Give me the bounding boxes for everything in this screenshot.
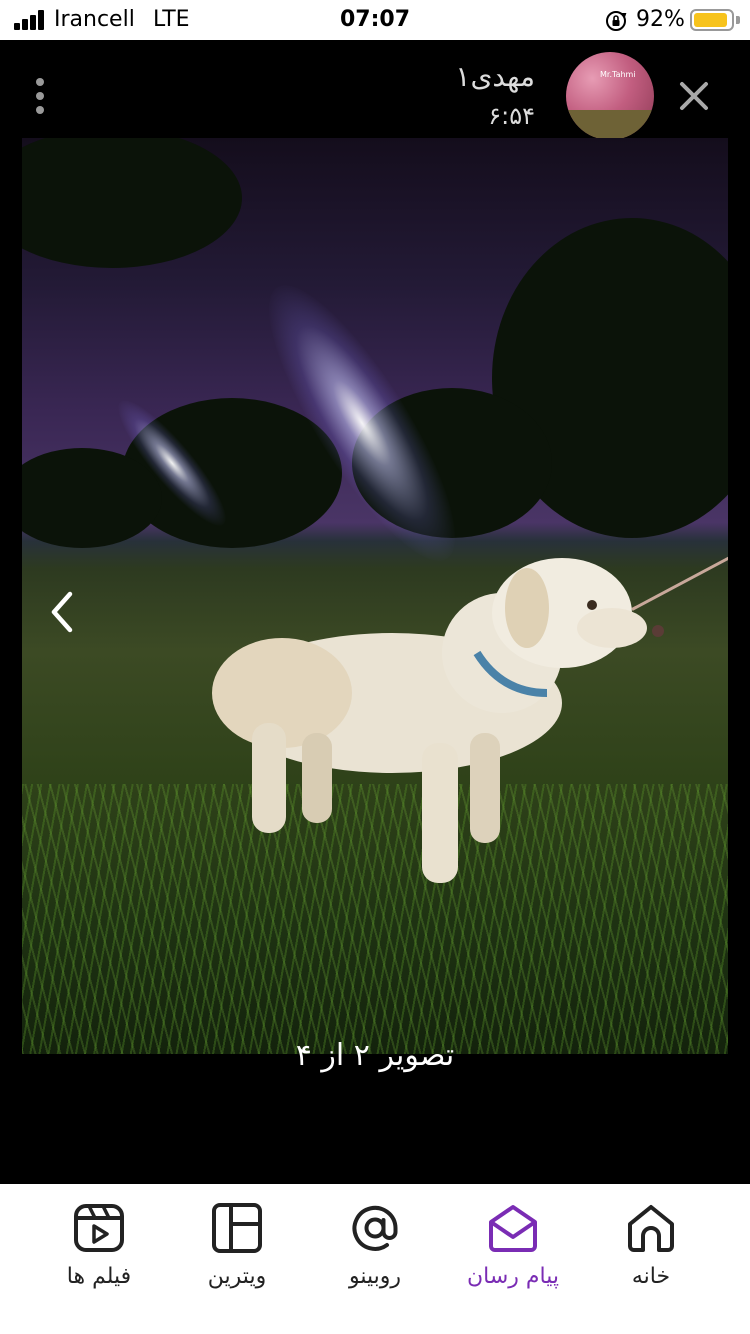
nav-item-showcase[interactable]: ویترین xyxy=(162,1184,312,1334)
avatar[interactable]: Mr.Tahmi xyxy=(566,52,654,140)
nav-label-messenger: پیام رسان xyxy=(467,1264,559,1289)
photo-viewer-image[interactable] xyxy=(22,138,728,1054)
nav-item-messenger[interactable]: پیام رسان xyxy=(438,1184,588,1334)
more-vertical-icon[interactable] xyxy=(26,76,54,116)
battery-tip xyxy=(736,16,740,24)
at-icon xyxy=(352,1205,398,1251)
nav-label-rubino: روبینو xyxy=(348,1264,401,1289)
messenger-icon xyxy=(489,1205,537,1252)
nav-item-films[interactable]: فیلم ها xyxy=(24,1184,174,1334)
nav-label-showcase: ویترین xyxy=(207,1264,267,1289)
viewer-header: مهدی۱ ۶:۵۴ Mr.Tahmi xyxy=(0,40,750,150)
status-bar: Irancell LTE 07:07 92% xyxy=(0,0,750,40)
nav-item-rubino[interactable]: روبینو xyxy=(300,1184,450,1334)
avatar-badge: Mr.Tahmi xyxy=(600,70,636,79)
nav-item-home[interactable]: خانه xyxy=(576,1184,726,1334)
battery-level xyxy=(694,13,728,27)
rotation-lock-icon xyxy=(606,11,627,31)
bottom-navigation: فیلم ها ویترین روبینو پیام رسان خانه xyxy=(0,1184,750,1334)
nav-label-home: خانه xyxy=(631,1264,671,1289)
close-icon[interactable] xyxy=(674,76,714,116)
chevron-left-icon[interactable] xyxy=(46,588,78,636)
video-icon xyxy=(74,1204,124,1252)
layout-icon xyxy=(212,1203,262,1253)
nav-label-films: فیلم ها xyxy=(66,1264,132,1289)
image-counter-caption: تصویر ۲ از ۴ xyxy=(295,1038,455,1073)
battery-icon xyxy=(690,9,734,31)
home-icon xyxy=(628,1205,674,1252)
dog-figure xyxy=(212,558,664,883)
sender-name: مهدی۱ xyxy=(455,60,535,93)
sender-time: ۶:۵۴ xyxy=(488,102,535,130)
battery-percent: 92% xyxy=(636,7,685,32)
